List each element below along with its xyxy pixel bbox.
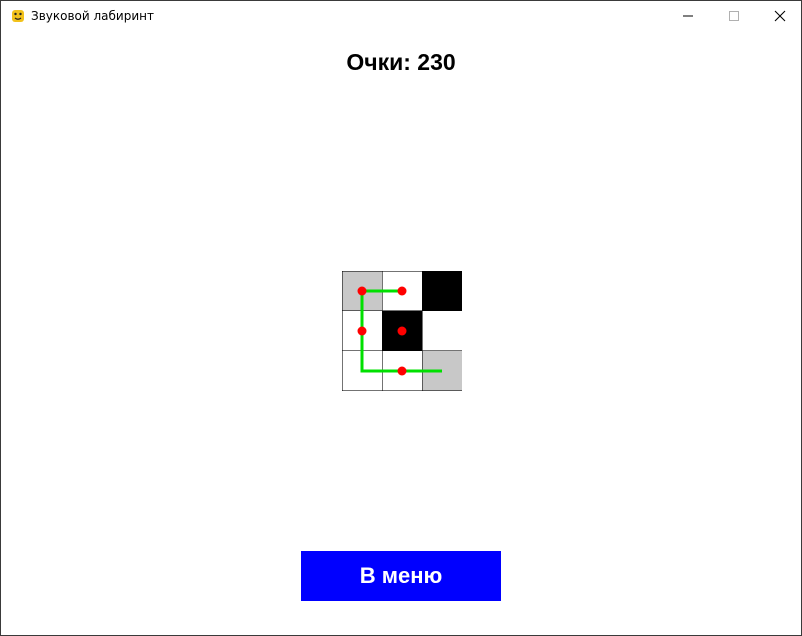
maze-cell-wall	[422, 271, 462, 311]
maze-grid	[342, 271, 462, 391]
close-icon	[774, 10, 786, 22]
minimize-icon	[683, 15, 693, 17]
app-window: Звуковой лабиринт Очки: 230 В меню	[0, 0, 802, 636]
maximize-button[interactable]	[711, 1, 757, 31]
minimize-button[interactable]	[665, 1, 711, 31]
back-to-menu-button[interactable]: В меню	[301, 551, 501, 601]
sound-marker	[357, 286, 367, 296]
close-button[interactable]	[757, 1, 802, 31]
maze-cell-open	[422, 311, 462, 351]
score-display: Очки: 230	[346, 49, 456, 75]
sound-marker	[397, 286, 407, 296]
window-title: Звуковой лабиринт	[31, 9, 154, 23]
sound-marker	[397, 326, 407, 336]
title-bar[interactable]: Звуковой лабиринт	[1, 1, 801, 31]
sound-marker	[397, 366, 407, 376]
sound-marker	[357, 326, 367, 336]
maximize-icon	[729, 11, 739, 21]
snake-python-icon	[12, 10, 24, 22]
